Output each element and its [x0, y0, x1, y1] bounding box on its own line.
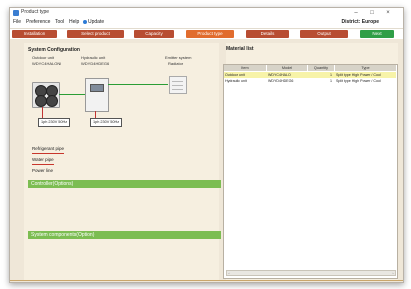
tab-power-line[interactable]: Power line — [32, 168, 53, 173]
water-pipe-underline — [32, 164, 54, 165]
toolbar-product-type-button[interactable]: Product type — [186, 30, 234, 38]
refrigerant-pipe-underline — [32, 153, 64, 154]
hydraulic-power-label: 1ph 230V 50Hz — [90, 118, 123, 127]
toolbar-output-button[interactable]: Output — [300, 30, 348, 38]
menu-update[interactable]: Update — [83, 19, 104, 25]
system-components-section[interactable]: System components(Option) — [28, 231, 221, 239]
outdoor-fan-icon — [46, 95, 58, 107]
toolbar-installation-button[interactable]: Installation — [12, 30, 57, 38]
material-table: Item Model Quantity Type Outdoor unit WD… — [223, 64, 398, 279]
column-header-type[interactable]: Type — [335, 65, 396, 71]
outdoor-unit-model: WDYC4HALONl — [32, 61, 62, 66]
hydraulic-unit-model: WDYD4HDEG6 — [81, 61, 110, 66]
menu-bar: File Preference Tool Help Update Distric… — [10, 18, 403, 29]
toolbar-details-button[interactable]: Details — [246, 30, 289, 38]
column-header-quantity[interactable]: Quantity — [308, 65, 334, 71]
material-list-title: Material list — [226, 46, 254, 52]
outdoor-unit-label: Outdoor unit — [32, 55, 55, 60]
emitter-system-label: Emitter system — [165, 55, 192, 60]
menu-file[interactable]: File — [13, 19, 21, 25]
close-button[interactable]: × — [382, 8, 394, 18]
outdoor-power-label: 1ph 230V 50Hz — [38, 118, 71, 127]
tab-water-pipe[interactable]: Water pipe — [32, 157, 54, 162]
menu-preference[interactable]: Preference — [26, 19, 50, 25]
footer-divider — [10, 280, 403, 281]
water-pipe-line — [108, 84, 168, 85]
title-bar: Product type – □ × — [10, 8, 403, 18]
horizontal-scrollbar[interactable]: ‹ › — [226, 270, 396, 276]
table-cell: WDYD4HDEG6 — [268, 79, 294, 83]
menu-tool[interactable]: Tool — [55, 19, 64, 25]
app-window: Product type – □ × File Preference Tool … — [9, 7, 404, 283]
hydraulic-control-panel — [90, 84, 104, 92]
power-line — [42, 107, 43, 118]
controller-options-section[interactable]: Controller(Options) — [28, 180, 221, 188]
menu-help[interactable]: Help — [69, 19, 79, 25]
hydraulic-unit-label: Hydraulic unit — [81, 55, 106, 60]
table-row[interactable]: Hydraulic unit WDYD4HDEG6 1 Split type H… — [224, 78, 396, 84]
update-icon — [83, 19, 87, 24]
toolbar-select-product-button[interactable]: Select product — [67, 30, 124, 38]
system-configuration-title: System Configuration — [28, 47, 80, 53]
scroll-right-icon[interactable]: › — [391, 271, 395, 275]
menu-update-label: Update — [88, 19, 105, 25]
radiator-fin — [172, 89, 183, 90]
table-cell: 1 — [330, 79, 332, 83]
radiator-fin — [172, 85, 183, 86]
toolbar-next-button[interactable]: Next — [360, 30, 394, 38]
power-line — [95, 111, 96, 118]
maximize-button[interactable]: □ — [366, 8, 378, 18]
toolbar-capacity-button[interactable]: Capacity — [134, 30, 174, 38]
outdoor-unit-image[interactable] — [32, 82, 60, 108]
column-header-model[interactable]: Model — [267, 65, 307, 71]
table-cell: Split type High Power / Cool — [336, 79, 381, 83]
toolbar: Installation Select product Capacity Pro… — [10, 29, 403, 39]
radiator-image[interactable] — [169, 76, 187, 94]
hydraulic-unit-image[interactable] — [85, 78, 109, 112]
tab-refrigerant-pipe[interactable]: Refrigerant pipe — [32, 146, 64, 151]
emitter-system-type: Radiator — [168, 61, 184, 66]
region-label: District: Europe — [341, 19, 379, 25]
radiator-fin — [172, 81, 183, 82]
app-icon — [13, 10, 19, 16]
column-header-item[interactable]: Item — [224, 65, 266, 71]
window-title: Product type — [21, 9, 50, 15]
scroll-left-icon[interactable]: ‹ — [227, 271, 231, 275]
minimize-button[interactable]: – — [350, 8, 362, 18]
table-cell: Hydraulic unit — [225, 79, 247, 83]
refrigerant-pipe-line — [59, 94, 85, 95]
